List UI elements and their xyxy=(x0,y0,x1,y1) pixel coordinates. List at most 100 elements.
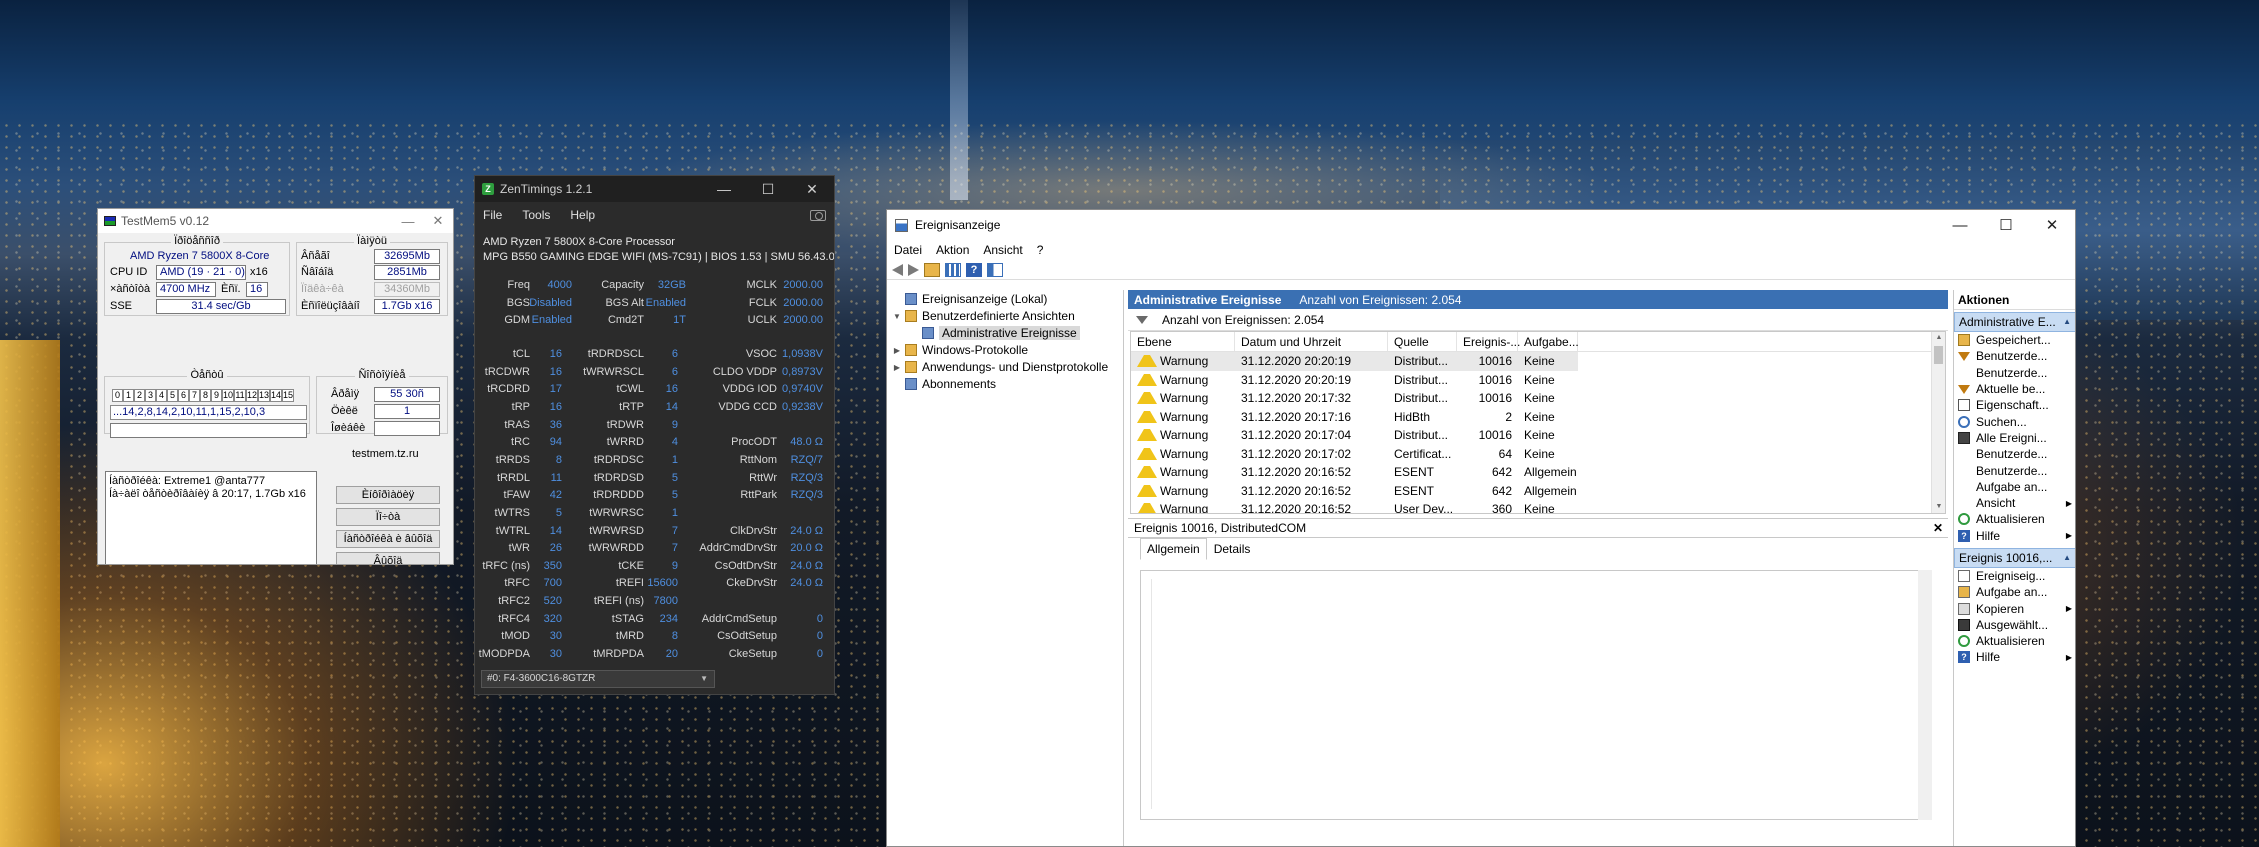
action-item[interactable]: Ausgewählt... xyxy=(1954,617,2075,633)
action-item[interactable]: Aufgabe an... xyxy=(1954,584,2075,600)
exit-button[interactable]: Âûõîä xyxy=(336,552,440,564)
cell-source: HidBth xyxy=(1394,409,1431,424)
dimm-select[interactable]: #0: F4-3600C16-8GTZR ▼ xyxy=(481,670,715,688)
minimize-button[interactable]: — xyxy=(1937,217,1983,234)
table-row[interactable]: Warnung 31.12.2020 20:16:52 User Dev... 360… xyxy=(1131,500,1578,514)
timing-label: tWTRS xyxy=(494,506,530,519)
action-item[interactable]: Aufgabe an... xyxy=(1954,479,2075,495)
scroll-up-icon[interactable]: ▲ xyxy=(1932,332,1945,344)
action-item[interactable]: ? Hilfe ▶ xyxy=(1954,649,2075,665)
action-item[interactable]: Aktualisieren xyxy=(1954,633,2075,649)
action-item[interactable]: Aktualisieren xyxy=(1954,511,2075,527)
table-row[interactable]: Warnung 31.12.2020 20:17:16 HidBth 2 Keine xyxy=(1131,408,1578,427)
cpu-id-label: CPU ID xyxy=(110,266,148,278)
tree-windows-logs[interactable]: ▶ Windows-Protokolle xyxy=(892,343,1028,357)
minimize-button[interactable]: — xyxy=(393,214,423,229)
tab-details[interactable]: Details xyxy=(1207,538,1258,560)
column-source[interactable]: Quelle xyxy=(1388,332,1457,351)
minimize-button[interactable]: — xyxy=(702,181,746,197)
forward-icon[interactable] xyxy=(908,263,919,276)
chevron-down-icon[interactable]: ▼ xyxy=(892,312,902,321)
table-row[interactable]: Warnung 31.12.2020 20:20:19 Distribut... 10… xyxy=(1131,352,1578,371)
zentimings-titlebar[interactable]: Z ZenTimings 1.2.1 — ☐ ✕ xyxy=(475,176,834,202)
menu-file[interactable]: Datei xyxy=(894,243,922,257)
close-button[interactable]: ✕ xyxy=(423,213,453,229)
table-row[interactable]: Warnung 31.12.2020 20:17:04 Distribut... 10… xyxy=(1131,426,1578,445)
column-task[interactable]: Aufgabe... xyxy=(1518,332,1579,351)
tree-admin-events[interactable]: Administrative Ereignisse xyxy=(909,326,1080,340)
mail-button[interactable]: Ïî÷òà xyxy=(336,508,440,526)
detail-scrollbar[interactable] xyxy=(1918,570,1932,820)
events-scrollbar[interactable]: ▲ ▼ xyxy=(1931,332,1945,513)
thread-indicator: 0 xyxy=(112,389,123,402)
action-item[interactable]: Kopieren ▶ xyxy=(1954,600,2075,616)
scroll-thumb[interactable] xyxy=(1934,346,1943,364)
close-icon[interactable]: ✕ xyxy=(1928,521,1948,535)
action-item[interactable]: Benutzerde... xyxy=(1954,462,2075,478)
table-row[interactable]: Warnung 31.12.2020 20:16:52 ESENT 642 Allgem… xyxy=(1131,482,1578,501)
column-level[interactable]: Ebene xyxy=(1131,332,1235,351)
action-item[interactable]: Ereigniseig... xyxy=(1954,568,2075,584)
action-item[interactable]: Alle Ereigni... xyxy=(1954,430,2075,446)
table-row[interactable]: Warnung 31.12.2020 20:20:19 Distribut... 10… xyxy=(1131,371,1578,390)
settings-exit-button[interactable]: Íàñòðîéêà è âûõîä xyxy=(336,530,440,548)
action-item[interactable]: Ansicht ▶ xyxy=(1954,495,2075,511)
timing-value: 24.0 Ω xyxy=(790,577,823,590)
close-button[interactable]: ✕ xyxy=(790,181,834,198)
timing-label: CsOdtDrvStr xyxy=(714,559,777,572)
help-icon[interactable]: ? xyxy=(966,262,982,277)
maximize-button[interactable]: ☐ xyxy=(746,181,790,198)
menu-help[interactable]: ? xyxy=(1037,243,1044,257)
tree-custom-views[interactable]: ▼ Benutzerdefinierte Ansichten xyxy=(892,309,1075,323)
timing-label: tRP xyxy=(511,400,530,413)
status-group-title: Ñîñòîÿíèå xyxy=(355,369,409,381)
column-event-id[interactable]: Ereignis-... xyxy=(1457,332,1520,351)
cell-level: Warnung xyxy=(1131,373,1235,387)
action-item[interactable]: Gespeichert... xyxy=(1954,332,2075,348)
cell-datetime: 31.12.2020 20:16:52 xyxy=(1241,502,1352,514)
cell-level-text: Warnung xyxy=(1160,409,1209,424)
action-item[interactable]: ? Hilfe ▶ xyxy=(1954,528,2075,544)
info-button[interactable]: Èíôîðìàöèÿ xyxy=(336,486,440,504)
actions-section-view[interactable]: Administrative E... xyxy=(1954,312,2075,332)
tree-root[interactable]: Ereignisanzeige (Lokal) xyxy=(892,292,1047,306)
timing-label: tRDRDDD xyxy=(593,489,644,502)
menu-view[interactable]: Ansicht xyxy=(983,243,1022,257)
menu-file[interactable]: File xyxy=(483,208,502,222)
action-item[interactable]: Benutzerde... xyxy=(1954,446,2075,462)
screenshot-icon[interactable] xyxy=(810,209,826,221)
timing-value: 9 xyxy=(671,559,678,572)
action-item[interactable]: Eigenschaft... xyxy=(1954,397,2075,413)
table-row[interactable]: Warnung 31.12.2020 20:16:52 ESENT 642 Allgem… xyxy=(1131,463,1578,482)
action-item[interactable]: Aktuelle be... xyxy=(1954,381,2075,397)
menu-tools[interactable]: Tools xyxy=(522,208,550,222)
action-pane-icon[interactable] xyxy=(987,262,1003,277)
scroll-down-icon[interactable]: ▼ xyxy=(1932,501,1945,513)
cell-level: Warnung xyxy=(1131,428,1235,442)
folder-up-icon[interactable] xyxy=(924,262,940,277)
action-item[interactable]: Suchen... xyxy=(1954,413,2075,429)
clear-icon xyxy=(1958,431,1970,444)
chevron-right-icon[interactable]: ▶ xyxy=(892,346,902,355)
column-datetime[interactable]: Datum und Uhrzeit xyxy=(1235,332,1388,351)
tree-subscriptions[interactable]: Abonnements xyxy=(892,377,996,391)
timing-label: tMRDPDA xyxy=(593,648,644,661)
event-viewer-titlebar[interactable]: Ereignisanzeige — ☐ ✕ xyxy=(887,210,2075,240)
timing-label: Cmd2T xyxy=(607,314,644,326)
testmem5-titlebar[interactable]: TestMem5 v0.12 — ✕ xyxy=(98,209,453,233)
action-item[interactable]: Benutzerde... xyxy=(1954,365,2075,381)
tab-general[interactable]: Allgemein xyxy=(1140,538,1207,560)
action-item[interactable]: Benutzerde... xyxy=(1954,348,2075,364)
maximize-button[interactable]: ☐ xyxy=(1983,216,2029,234)
show-hide-tree-icon[interactable] xyxy=(945,262,961,277)
menu-help[interactable]: Help xyxy=(570,208,595,222)
timing-label: tMOD xyxy=(501,630,530,643)
back-icon[interactable] xyxy=(892,263,903,276)
tree-app-logs[interactable]: ▶ Anwendungs- und Dienstprotokolle xyxy=(892,360,1108,374)
table-row[interactable]: Warnung 31.12.2020 20:17:32 Distribut... 10… xyxy=(1131,389,1578,408)
table-row[interactable]: Warnung 31.12.2020 20:17:02 Certificat... 6… xyxy=(1131,445,1578,464)
actions-section-event[interactable]: Ereignis 10016,... xyxy=(1954,547,2075,568)
menu-action[interactable]: Aktion xyxy=(936,243,969,257)
chevron-right-icon[interactable]: ▶ xyxy=(892,363,902,372)
close-button[interactable]: ✕ xyxy=(2029,216,2075,234)
